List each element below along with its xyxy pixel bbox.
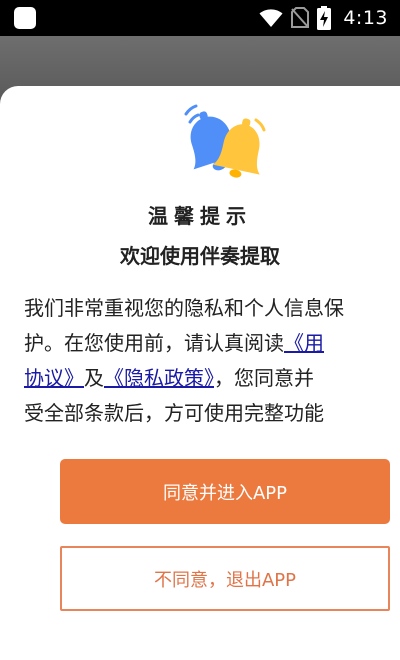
battery-charging-icon bbox=[317, 6, 332, 30]
status-bar: 4:13 bbox=[0, 0, 400, 36]
privacy-policy-link[interactable]: 《隐私政策》 bbox=[104, 366, 214, 390]
user-agreement-link[interactable]: 《用 bbox=[284, 331, 324, 355]
body-line-4: 受全部条款后，方可使用完整功能 bbox=[24, 401, 324, 425]
connector-text: 及 bbox=[84, 366, 104, 390]
body-line-3: 协议》及《隐私政策》，您同意并 bbox=[24, 361, 400, 396]
agree-button[interactable]: 同意并进入APP bbox=[60, 459, 390, 524]
body-line-3-text: ，您同意并 bbox=[214, 366, 314, 390]
disagree-button[interactable]: 不同意，退出APP bbox=[60, 546, 390, 611]
no-sim-icon bbox=[291, 7, 310, 28]
clock: 4:13 bbox=[343, 7, 388, 29]
app-notification-icon bbox=[14, 7, 36, 29]
body-line-2: 护。在您使用前，请认真阅读《用 bbox=[24, 326, 400, 361]
bell-icon bbox=[184, 104, 266, 178]
body-line-2-text: 护。在您使用前，请认真阅读 bbox=[24, 331, 284, 355]
status-icons: 4:13 bbox=[259, 0, 388, 36]
body-line-1: 我们非常重视您的隐私和个人信息保 bbox=[24, 296, 344, 320]
dialog-body: 我们非常重视您的隐私和个人信息保 护。在您使用前，请认真阅读《用 协议》及《隐私… bbox=[24, 291, 400, 431]
wifi-icon bbox=[259, 9, 283, 27]
user-agreement-link-continued[interactable]: 协议》 bbox=[24, 366, 84, 390]
dialog-subtitle: 欢迎使用伴奏提取 bbox=[120, 244, 280, 268]
privacy-dialog: 温馨提示 欢迎使用伴奏提取 我们非常重视您的隐私和个人信息保 护。在您使用前，请… bbox=[0, 86, 400, 660]
dialog-title: 温馨提示 bbox=[148, 204, 252, 228]
